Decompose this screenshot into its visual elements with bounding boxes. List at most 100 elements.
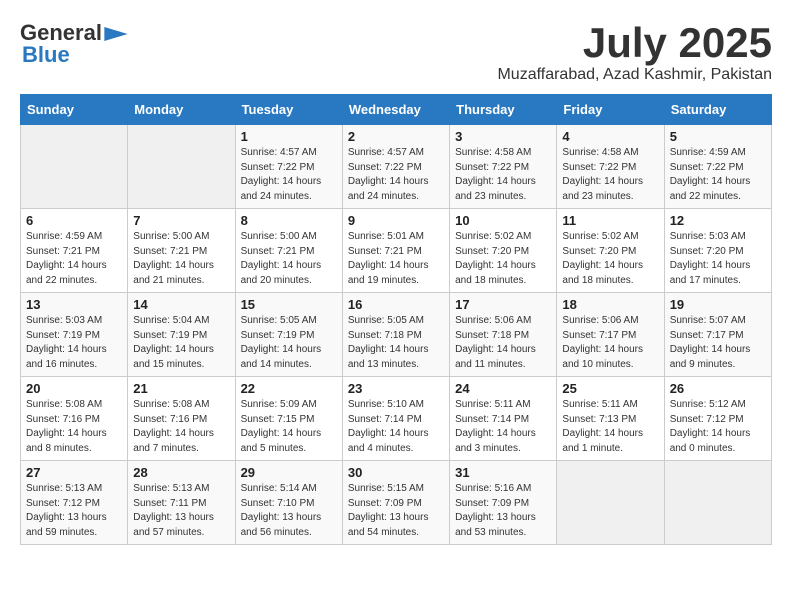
logo-icon	[104, 27, 128, 41]
logo: General Blue	[20, 20, 128, 68]
cell-content: Sunrise: 5:04 AM Sunset: 7:19 PM Dayligh…	[133, 314, 229, 372]
calendar-cell: 26 Sunrise: 5:12 AM Sunset: 7:12 PM Dayli…	[664, 377, 771, 461]
cell-content: Sunrise: 5:10 AM Sunset: 7:14 PM Dayligh…	[348, 398, 444, 456]
day-number: 3	[455, 129, 551, 144]
day-number: 23	[348, 381, 444, 396]
location: Muzaffarabad, Azad Kashmir, Pakistan	[497, 66, 772, 84]
cell-content: Sunrise: 5:03 AM Sunset: 7:20 PM Dayligh…	[670, 230, 766, 288]
calendar-cell: 15 Sunrise: 5:05 AM Sunset: 7:19 PM Dayli…	[235, 293, 342, 377]
day-number: 12	[670, 213, 766, 228]
day-number: 10	[455, 213, 551, 228]
day-number: 13	[26, 297, 122, 312]
day-number: 9	[348, 213, 444, 228]
weekday-header-monday: Monday	[128, 95, 235, 125]
day-number: 15	[241, 297, 337, 312]
cell-content: Sunrise: 5:09 AM Sunset: 7:15 PM Dayligh…	[241, 398, 337, 456]
cell-content: Sunrise: 5:00 AM Sunset: 7:21 PM Dayligh…	[241, 230, 337, 288]
cell-content: Sunrise: 5:11 AM Sunset: 7:13 PM Dayligh…	[562, 398, 658, 456]
day-number: 1	[241, 129, 337, 144]
day-number: 19	[670, 297, 766, 312]
cell-content: Sunrise: 5:15 AM Sunset: 7:09 PM Dayligh…	[348, 482, 444, 540]
calendar-cell	[557, 461, 664, 545]
day-number: 18	[562, 297, 658, 312]
day-number: 22	[241, 381, 337, 396]
calendar-cell	[664, 461, 771, 545]
calendar-cell: 19Sunrise: 5:07 AM Sunset: 7:17 PM Dayli…	[664, 293, 771, 377]
cell-content: Sunrise: 5:00 AM Sunset: 7:21 PM Dayligh…	[133, 230, 229, 288]
cell-content: Sunrise: 4:57 AM Sunset: 7:22 PM Dayligh…	[241, 146, 337, 204]
calendar-cell: 25 Sunrise: 5:11 AM Sunset: 7:13 PM Dayli…	[557, 377, 664, 461]
day-number: 31	[455, 465, 551, 480]
calendar-cell: 27 Sunrise: 5:13 AM Sunset: 7:12 PM Dayli…	[21, 461, 128, 545]
cell-content: Sunrise: 5:12 AM Sunset: 7:12 PM Dayligh…	[670, 398, 766, 456]
calendar-cell: 29 Sunrise: 5:14 AM Sunset: 7:10 PM Dayli…	[235, 461, 342, 545]
cell-content: Sunrise: 5:05 AM Sunset: 7:19 PM Dayligh…	[241, 314, 337, 372]
day-number: 24	[455, 381, 551, 396]
day-number: 7	[133, 213, 229, 228]
weekday-header-tuesday: Tuesday	[235, 95, 342, 125]
day-number: 30	[348, 465, 444, 480]
calendar-cell: 17 Sunrise: 5:06 AM Sunset: 7:18 PM Dayli…	[450, 293, 557, 377]
calendar-cell: 8 Sunrise: 5:00 AM Sunset: 7:21 PM Daylig…	[235, 209, 342, 293]
calendar-cell: 3 Sunrise: 4:58 AM Sunset: 7:22 PM Daylig…	[450, 125, 557, 209]
cell-content: Sunrise: 4:59 AM Sunset: 7:22 PM Dayligh…	[670, 146, 766, 204]
calendar-cell: 11 Sunrise: 5:02 AM Sunset: 7:20 PM Dayli…	[557, 209, 664, 293]
cell-content: Sunrise: 5:03 AM Sunset: 7:19 PM Dayligh…	[26, 314, 122, 372]
cell-content: Sunrise: 4:59 AM Sunset: 7:21 PM Dayligh…	[26, 230, 122, 288]
cell-content: Sunrise: 5:08 AM Sunset: 7:16 PM Dayligh…	[26, 398, 122, 456]
day-number: 11	[562, 213, 658, 228]
cell-content: Sunrise: 5:06 AM Sunset: 7:18 PM Dayligh…	[455, 314, 551, 372]
calendar-cell: 14Sunrise: 5:04 AM Sunset: 7:19 PM Dayli…	[128, 293, 235, 377]
cell-content: Sunrise: 4:58 AM Sunset: 7:22 PM Dayligh…	[455, 146, 551, 204]
calendar-cell: 7 Sunrise: 5:00 AM Sunset: 7:21 PM Daylig…	[128, 209, 235, 293]
day-number: 16	[348, 297, 444, 312]
calendar-week-5: 27 Sunrise: 5:13 AM Sunset: 7:12 PM Dayli…	[21, 461, 772, 545]
cell-content: Sunrise: 4:57 AM Sunset: 7:22 PM Dayligh…	[348, 146, 444, 204]
day-number: 17	[455, 297, 551, 312]
cell-content: Sunrise: 5:06 AM Sunset: 7:17 PM Dayligh…	[562, 314, 658, 372]
day-number: 25	[562, 381, 658, 396]
calendar-cell: 24 Sunrise: 5:11 AM Sunset: 7:14 PM Dayli…	[450, 377, 557, 461]
calendar-cell: 2Sunrise: 4:57 AM Sunset: 7:22 PM Daylig…	[342, 125, 449, 209]
day-number: 8	[241, 213, 337, 228]
calendar-cell	[128, 125, 235, 209]
calendar-cell: 30 Sunrise: 5:15 AM Sunset: 7:09 PM Dayli…	[342, 461, 449, 545]
calendar-cell: 22 Sunrise: 5:09 AM Sunset: 7:15 PM Dayli…	[235, 377, 342, 461]
calendar-cell: 18 Sunrise: 5:06 AM Sunset: 7:17 PM Dayli…	[557, 293, 664, 377]
calendar-cell: 20Sunrise: 5:08 AM Sunset: 7:16 PM Dayli…	[21, 377, 128, 461]
weekday-header-row: SundayMondayTuesdayWednesdayThursdayFrid…	[21, 95, 772, 125]
day-number: 29	[241, 465, 337, 480]
page-header: General Blue July 2025 Muzaffarabad, Aza…	[20, 20, 772, 84]
cell-content: Sunrise: 5:14 AM Sunset: 7:10 PM Dayligh…	[241, 482, 337, 540]
month-year: July 2025	[497, 20, 772, 66]
cell-content: Sunrise: 4:58 AM Sunset: 7:22 PM Dayligh…	[562, 146, 658, 204]
calendar-cell: 13 Sunrise: 5:03 AM Sunset: 7:19 PM Dayli…	[21, 293, 128, 377]
cell-content: Sunrise: 5:01 AM Sunset: 7:21 PM Dayligh…	[348, 230, 444, 288]
calendar-week-4: 20Sunrise: 5:08 AM Sunset: 7:16 PM Dayli…	[21, 377, 772, 461]
day-number: 5	[670, 129, 766, 144]
cell-content: Sunrise: 5:05 AM Sunset: 7:18 PM Dayligh…	[348, 314, 444, 372]
cell-content: Sunrise: 5:02 AM Sunset: 7:20 PM Dayligh…	[562, 230, 658, 288]
calendar-cell	[21, 125, 128, 209]
weekday-header-wednesday: Wednesday	[342, 95, 449, 125]
calendar-week-1: 1 Sunrise: 4:57 AM Sunset: 7:22 PM Daylig…	[21, 125, 772, 209]
day-number: 27	[26, 465, 122, 480]
weekday-header-thursday: Thursday	[450, 95, 557, 125]
day-number: 28	[133, 465, 229, 480]
calendar-cell: 23 Sunrise: 5:10 AM Sunset: 7:14 PM Dayli…	[342, 377, 449, 461]
calendar-cell: 28Sunrise: 5:13 AM Sunset: 7:11 PM Dayli…	[128, 461, 235, 545]
title-section: July 2025 Muzaffarabad, Azad Kashmir, Pa…	[497, 20, 772, 84]
weekday-header-saturday: Saturday	[664, 95, 771, 125]
calendar-cell: 5 Sunrise: 4:59 AM Sunset: 7:22 PM Daylig…	[664, 125, 771, 209]
day-number: 26	[670, 381, 766, 396]
logo-blue-text: Blue	[22, 42, 70, 67]
cell-content: Sunrise: 5:11 AM Sunset: 7:14 PM Dayligh…	[455, 398, 551, 456]
calendar-cell: 12 Sunrise: 5:03 AM Sunset: 7:20 PM Dayli…	[664, 209, 771, 293]
cell-content: Sunrise: 5:13 AM Sunset: 7:12 PM Dayligh…	[26, 482, 122, 540]
calendar-cell: 21Sunrise: 5:08 AM Sunset: 7:16 PM Dayli…	[128, 377, 235, 461]
weekday-header-friday: Friday	[557, 95, 664, 125]
calendar-week-3: 13 Sunrise: 5:03 AM Sunset: 7:19 PM Dayli…	[21, 293, 772, 377]
calendar-cell: 4Sunrise: 4:58 AM Sunset: 7:22 PM Daylig…	[557, 125, 664, 209]
calendar-week-2: 6Sunrise: 4:59 AM Sunset: 7:21 PM Daylig…	[21, 209, 772, 293]
calendar-cell: 1 Sunrise: 4:57 AM Sunset: 7:22 PM Daylig…	[235, 125, 342, 209]
